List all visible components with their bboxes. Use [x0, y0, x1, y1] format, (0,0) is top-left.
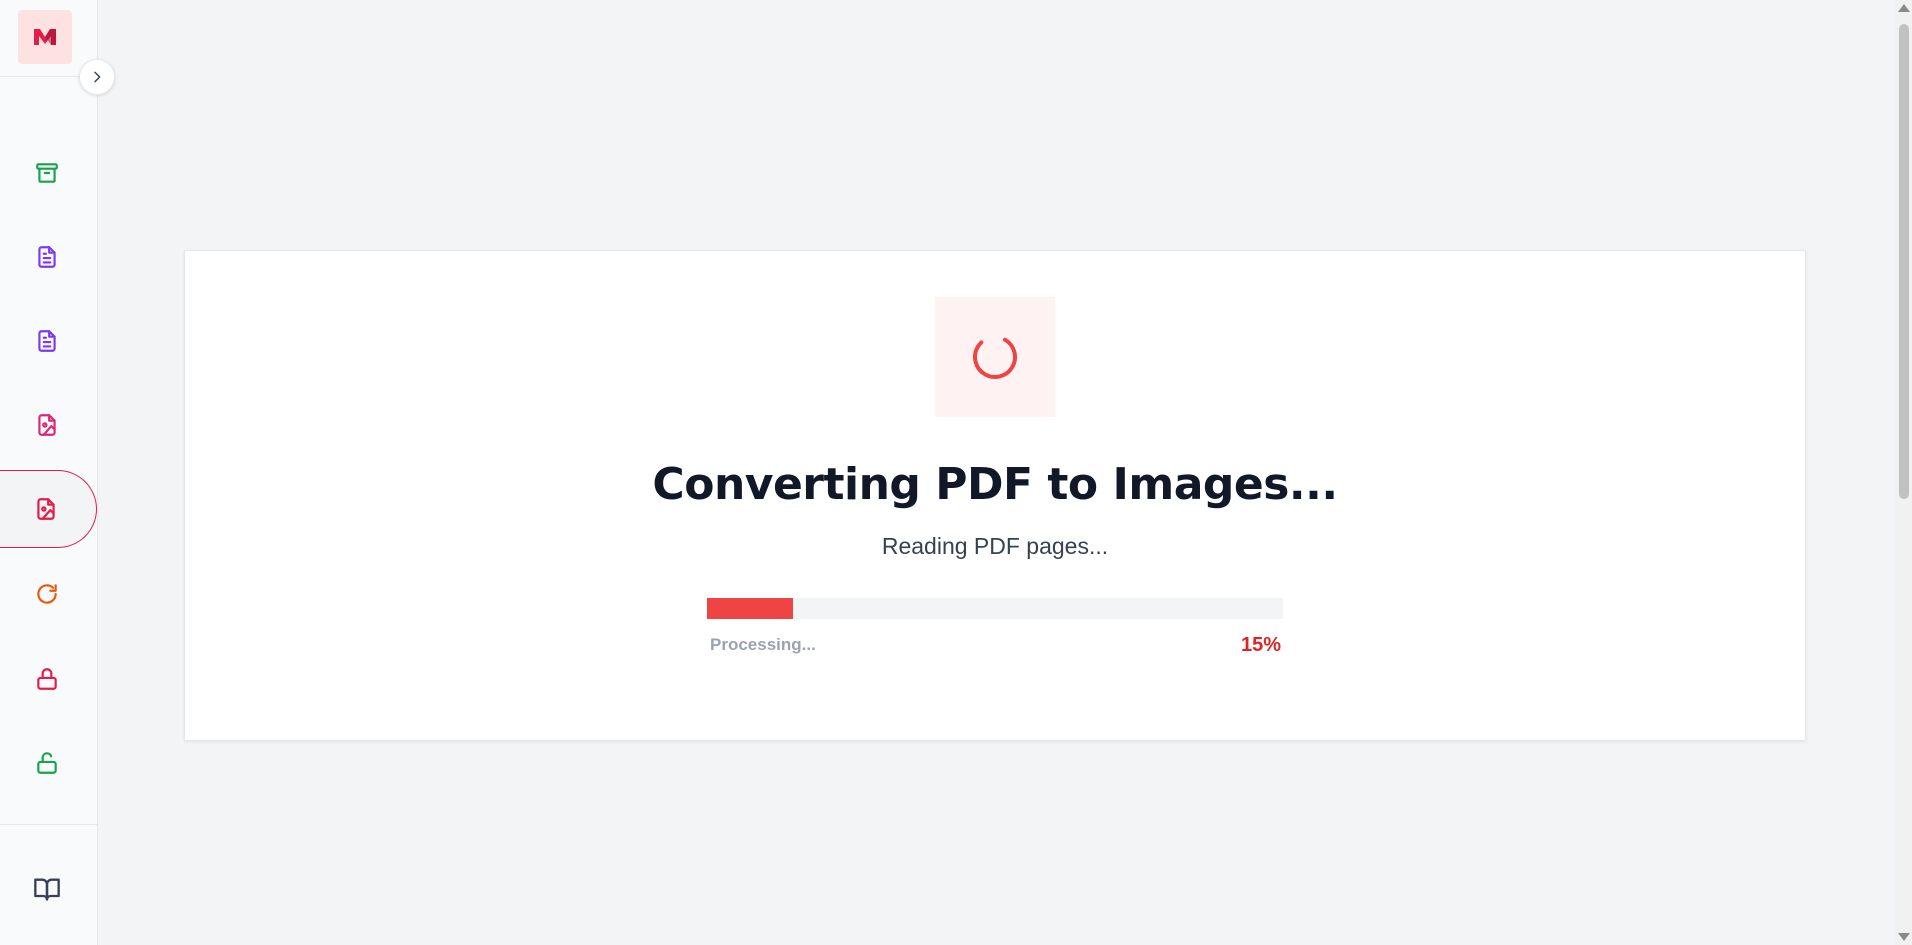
scroll-down-arrow-icon[interactable] — [1898, 933, 1910, 941]
sidebar — [0, 0, 98, 945]
unlock-icon — [36, 752, 57, 774]
divider — [0, 824, 97, 825]
sidebar-item-document-1[interactable] — [0, 218, 97, 296]
vertical-scrollbar[interactable] — [1895, 0, 1912, 945]
sidebar-item-rotate[interactable] — [0, 555, 97, 633]
sidebar-item-lock[interactable] — [0, 640, 97, 718]
status-subtitle: Reading PDF pages... — [881, 533, 1109, 559]
progress-status-label: Processing... — [710, 635, 816, 654]
progress-bar-fill — [707, 598, 794, 619]
chevron-right-icon — [94, 71, 101, 83]
sidebar-collapse-button[interactable] — [79, 59, 115, 95]
conversion-card: Converting PDF to Images... Reading PDF … — [184, 250, 1806, 741]
page-title: Converting PDF to Images... — [652, 459, 1338, 510]
sidebar-item-image-2-active[interactable] — [0, 470, 97, 548]
book-open-icon — [33, 878, 60, 901]
progress-percentage: 15% — [1240, 634, 1281, 656]
file-text-icon — [37, 246, 56, 268]
scrollbar-thumb[interactable] — [1899, 24, 1909, 499]
rotate-icon — [36, 584, 57, 604]
spinner-container — [935, 297, 1055, 417]
progress-bar — [707, 598, 1283, 619]
loading-spinner-icon — [973, 335, 1017, 379]
sidebar-item-unlock[interactable] — [0, 724, 97, 802]
file-text-icon — [37, 330, 56, 352]
scroll-up-arrow-icon[interactable] — [1898, 4, 1910, 12]
file-image-icon — [37, 498, 55, 520]
sidebar-item-image-1[interactable] — [0, 386, 97, 464]
sidebar-item-docs[interactable] — [0, 850, 97, 928]
brand-logo-icon[interactable] — [18, 10, 72, 64]
file-image-icon — [37, 414, 56, 436]
lock-icon — [36, 668, 57, 690]
sidebar-item-archive[interactable] — [0, 134, 97, 212]
sidebar-item-document-2[interactable] — [0, 302, 97, 380]
archive-icon — [35, 163, 58, 183]
